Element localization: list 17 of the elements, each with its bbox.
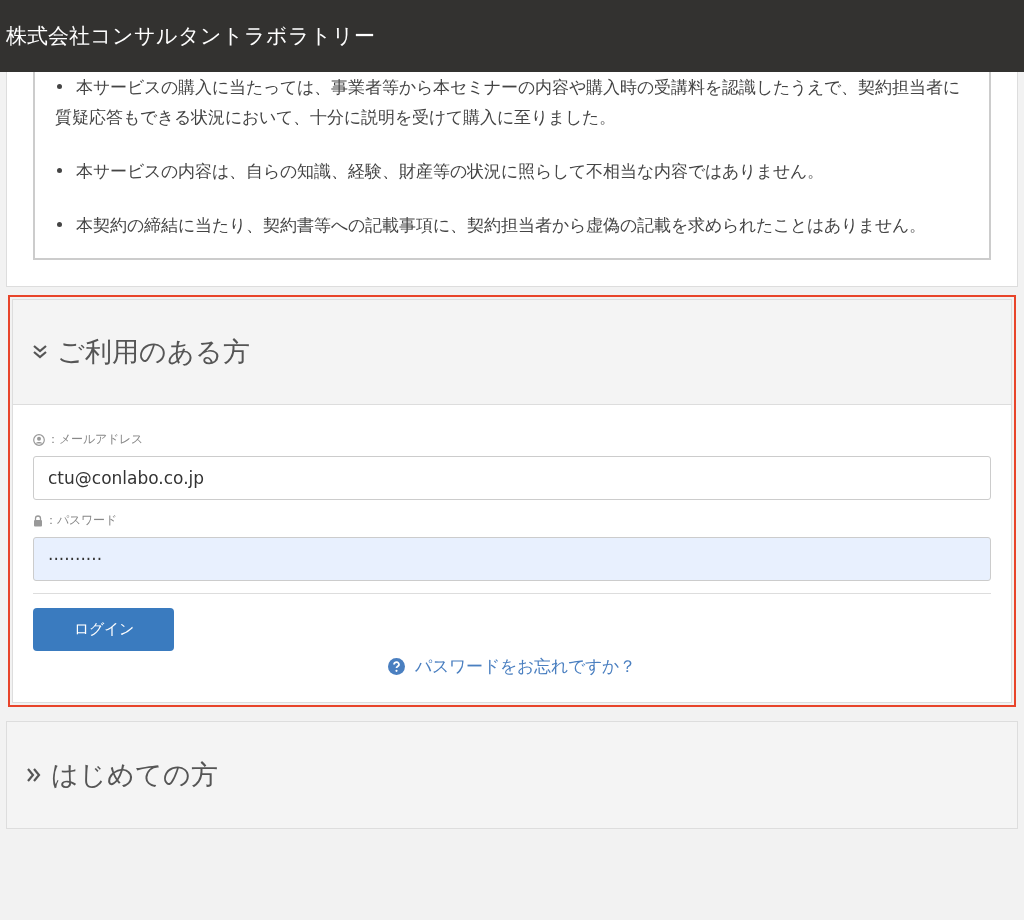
password-field[interactable]: ·········· [33,537,991,581]
email-field[interactable]: ctu@conlabo.co.jp [33,456,991,500]
site-title: 株式会社コンサルタントラボラトリー [6,23,375,50]
field-label: ：パスワード [45,512,117,529]
first-time-panel-header[interactable]: はじめての方 [7,722,1017,828]
lock-icon [33,514,43,527]
confirmation-item: 本契約の締結に当たり、契約書等への記載事項に、契約担当者から虚偽の記載を求められたことはありません。 [55,210,969,240]
help-icon [388,658,405,675]
field-label: ：メールアドレス [47,431,143,448]
confirmation-item: 本サービスの購入に当たっては、事業者等から本セミナーの内容や購入時の受講料を認識したうえで、契約担当者に質疑応答もできる状況において、十分に説明を受けて購入に至りました。 [55,76,961,129]
section-title: ご利用のある方 [57,335,250,369]
user-icon [33,433,45,446]
forgot-password-link[interactable]: パスワードをお忘れですか？ [415,655,636,678]
confirmation-item: 本サービスの内容は、自らの知識、経験、財産等の状況に照らして不相当な内容ではありません。 [55,156,969,186]
section-title: はじめての方 [51,758,218,792]
login-button[interactable]: ログイン [33,608,174,651]
login-panel-header[interactable]: ご利用のある方 [13,300,1011,405]
